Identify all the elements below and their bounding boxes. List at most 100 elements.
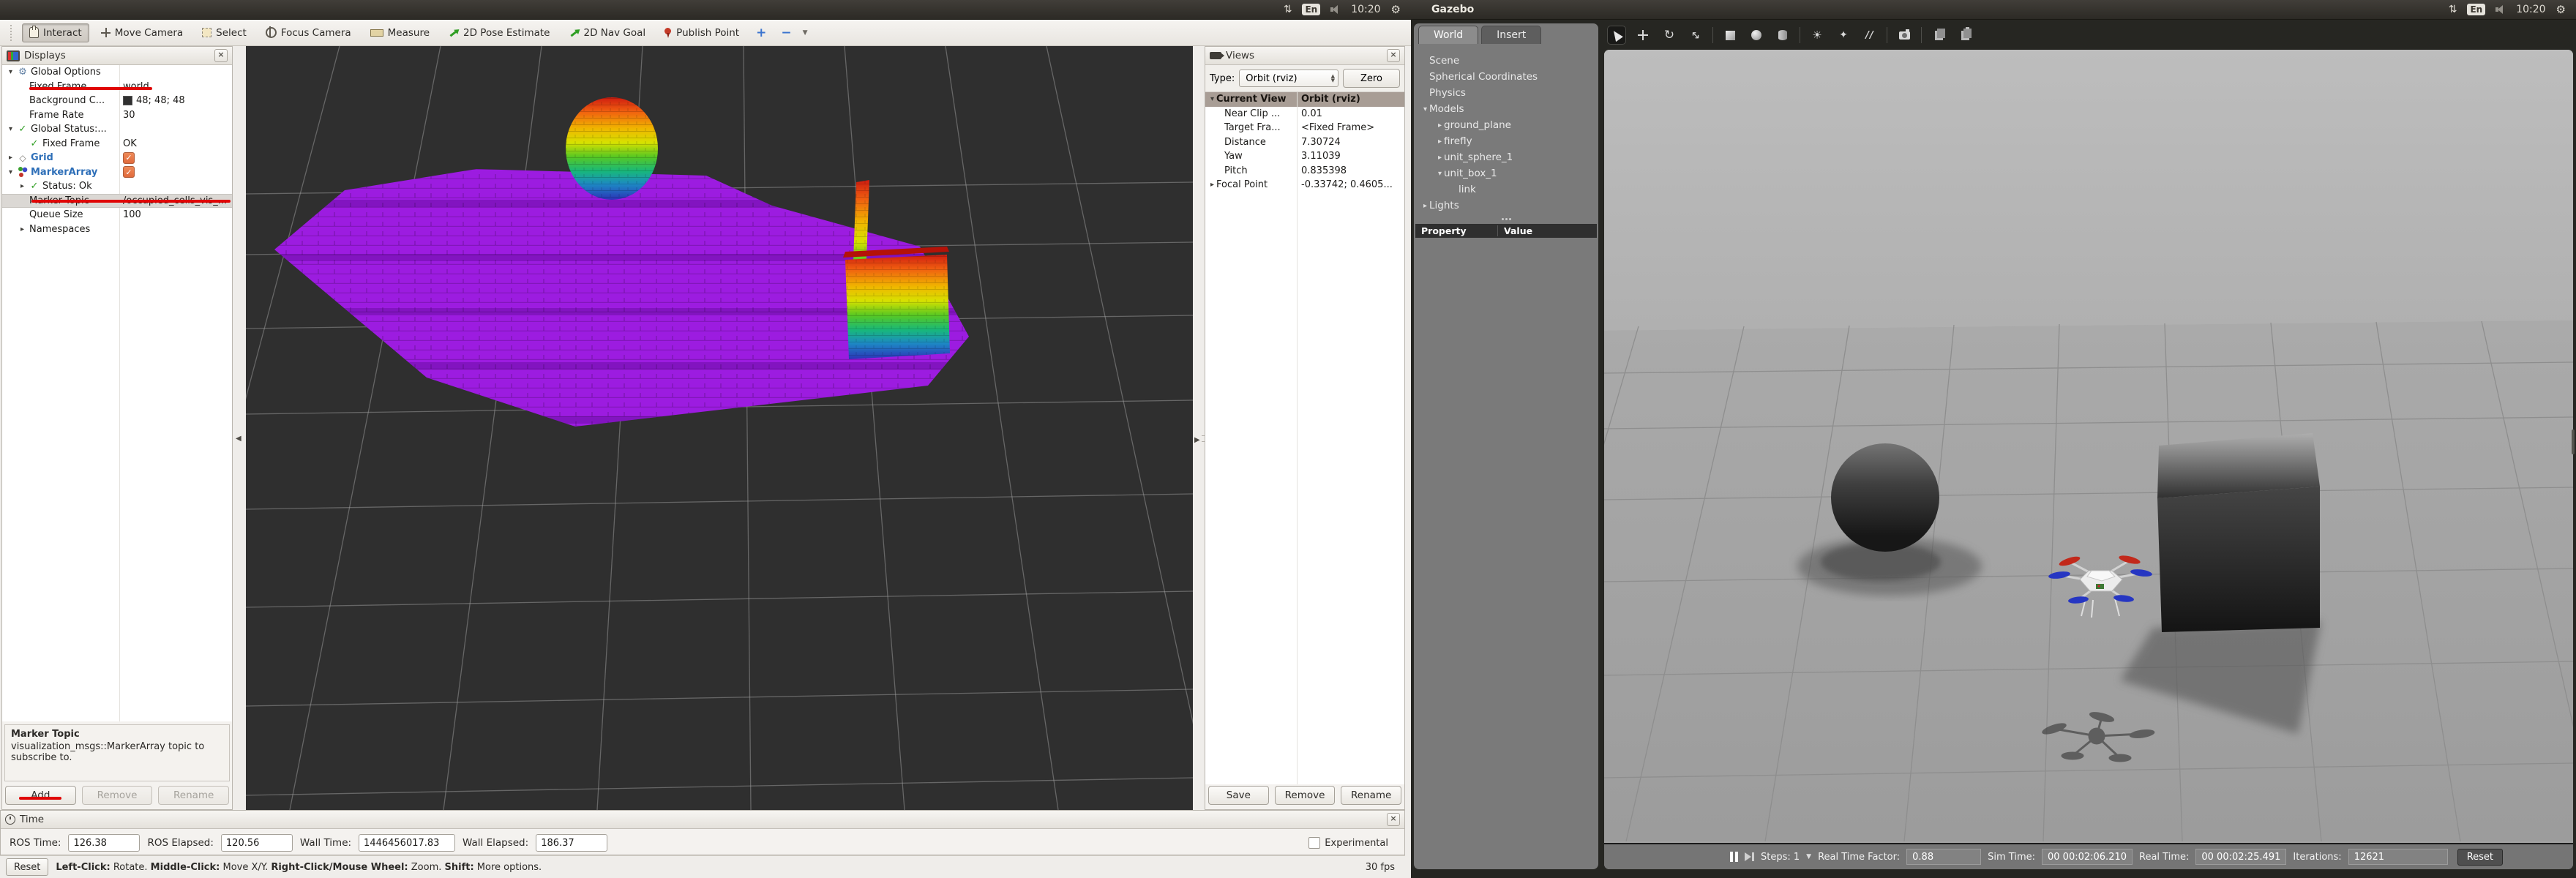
displays-tree-row[interactable]: ▸ Namespaces <box>2 222 232 237</box>
view-property-value[interactable]: 3.11039 <box>1297 151 1404 162</box>
views-tree-row[interactable]: Yaw 3.11039 <box>1205 149 1404 164</box>
network-indicator-icon[interactable]: ⇅ <box>1284 4 1292 15</box>
displays-tree-row[interactable]: Background C... 48; 48; 48 <box>2 94 232 108</box>
gazebo-tree-item-lights[interactable]: ▸ Lights <box>1414 198 1598 214</box>
value-column-header[interactable]: Value <box>1498 225 1532 236</box>
session-gear-icon[interactable]: ⚙ <box>1391 3 1401 16</box>
clock-indicator[interactable]: 10:20 <box>2516 4 2545 15</box>
close-icon[interactable]: × <box>1387 813 1400 826</box>
scale-mode-button[interactable]: ↔ <box>1686 26 1705 45</box>
spot-light-button[interactable]: ✦ <box>1834 26 1853 45</box>
tree-expand-icon[interactable]: ▸ <box>1421 202 1429 210</box>
views-panel-titlebar[interactable]: Views × <box>1205 47 1404 65</box>
toolbar-grip[interactable] <box>10 24 15 41</box>
tree-collapse-icon[interactable]: ▾ <box>7 125 15 133</box>
displays-tree-row[interactable]: ▸ ◇ Grid ✓ <box>2 151 232 165</box>
view-property-value[interactable]: Orbit (rviz) <box>1297 94 1404 105</box>
property-value[interactable]: 30 <box>123 110 135 121</box>
tree-collapse-icon[interactable]: ▾ <box>1436 170 1444 178</box>
displays-tree-row[interactable]: Frame Rate 30 <box>2 108 232 123</box>
close-icon[interactable]: × <box>214 49 228 62</box>
right-panel-grip[interactable] <box>2572 429 2575 454</box>
select-button[interactable]: Select <box>195 23 254 42</box>
displays-tree-row[interactable]: ✓ Fixed Frame OK <box>2 137 232 151</box>
publish-point-button[interactable]: Publish Point <box>657 23 746 42</box>
views-tree-row[interactable]: Near Clip ... 0.01 <box>1205 107 1404 121</box>
view-type-select[interactable]: Orbit (rviz) ▲ ▼ <box>1239 70 1338 87</box>
gazebo-tree-item-spherical-coordinates[interactable]: Spherical Coordinates <box>1414 69 1598 85</box>
views-tree-row[interactable]: ▾ Current View Orbit (rviz) <box>1205 92 1404 107</box>
save-view-button[interactable]: Save <box>1208 786 1269 805</box>
sound-muted-icon[interactable] <box>2496 5 2506 14</box>
insert-sphere-button[interactable] <box>1747 26 1766 45</box>
tree-expand-icon[interactable]: ▸ <box>1436 154 1444 162</box>
color-swatch[interactable] <box>123 96 132 106</box>
gazebo-tree-item-physics[interactable]: Physics <box>1414 85 1598 101</box>
time-field-input[interactable] <box>220 834 293 852</box>
property-value[interactable]: 48; 48; 48 <box>136 95 185 106</box>
view-property-value[interactable]: 0.01 <box>1297 108 1404 119</box>
enabled-checkbox[interactable]: ✓ <box>123 151 135 164</box>
sound-muted-icon[interactable] <box>1330 5 1341 14</box>
close-icon[interactable]: × <box>1387 49 1400 62</box>
step-button[interactable] <box>1745 852 1754 861</box>
property-value[interactable]: OK <box>123 138 137 149</box>
gazebo-tree-item-firefly[interactable]: ▸ firefly <box>1414 133 1598 149</box>
screenshot-button[interactable] <box>1895 26 1914 45</box>
insert-cylinder-button[interactable] <box>1773 26 1792 45</box>
add-tool-button[interactable]: + <box>751 26 771 40</box>
time-field-input[interactable] <box>359 834 456 852</box>
remove-view-button[interactable]: Remove <box>1274 786 1336 805</box>
displays-tree-row[interactable]: ▾ MarkerArray ✓ <box>2 165 232 180</box>
focus-camera-button[interactable]: Focus Camera <box>258 23 359 42</box>
gazebo-tree-item-models[interactable]: ▾ Models <box>1414 101 1598 117</box>
clock-indicator[interactable]: 10:20 <box>1351 4 1380 15</box>
tree-expand-icon[interactable]: ▸ <box>1436 121 1444 130</box>
gazebo-3d-viewport[interactable]: Steps: 1 ▼ Real Time Factor: 0.88 Sim Ti… <box>1604 50 2573 869</box>
gazebo-tree-item-unit-sphere-1[interactable]: ▸ unit_sphere_1 <box>1414 149 1598 165</box>
view-property-value[interactable]: -0.33742; 0.4605... <box>1297 179 1404 190</box>
enabled-checkbox[interactable]: ✓ <box>123 166 135 179</box>
views-tree-row[interactable]: Distance 7.30724 <box>1205 135 1404 150</box>
time-panel-titlebar[interactable]: Time × <box>1 811 1404 829</box>
time-field-input[interactable] <box>536 834 608 852</box>
network-indicator-icon[interactable]: ⇅ <box>2449 4 2457 15</box>
rotate-mode-button[interactable]: ↻ <box>1660 26 1679 45</box>
measure-button[interactable]: Measure <box>363 23 437 42</box>
tree-expand-icon[interactable]: ▸ <box>18 182 26 190</box>
column-divider[interactable] <box>1297 92 1298 784</box>
gazebo-tree-item-link[interactable]: link <box>1414 181 1598 198</box>
tree-expand-icon[interactable]: ▸ <box>7 154 15 162</box>
gazebo-reset-button[interactable]: Reset <box>2457 848 2504 866</box>
panel-splitter-handle[interactable] <box>1414 214 1598 224</box>
panel-collapse-left-handle[interactable]: ◀ <box>236 435 242 443</box>
point-light-button[interactable]: ☀ <box>1808 26 1827 45</box>
view-property-value[interactable]: 0.835398 <box>1297 165 1404 176</box>
tree-collapse-icon[interactable]: ▾ <box>1421 105 1429 113</box>
tree-expand-icon[interactable]: ▸ <box>18 225 26 233</box>
rename-display-button[interactable]: Rename <box>158 786 230 805</box>
tree-collapse-icon[interactable]: ▾ <box>7 68 15 76</box>
zero-view-button[interactable]: Zero <box>1343 69 1400 88</box>
rename-view-button[interactable]: Rename <box>1341 786 1402 805</box>
gazebo-tree-item-unit-box-1[interactable]: ▾ unit_box_1 <box>1414 165 1598 181</box>
paste-button[interactable] <box>1955 26 1974 45</box>
property-column-header[interactable]: Property <box>1415 225 1498 236</box>
tree-expand-icon[interactable]: ▸ <box>1436 138 1444 146</box>
view-property-value[interactable]: <Fixed Frame> <box>1297 122 1404 133</box>
steps-label[interactable]: Steps: 1 <box>1761 852 1800 863</box>
view-property-value[interactable]: 7.30724 <box>1297 137 1404 148</box>
directional-light-button[interactable]: // <box>1860 26 1879 45</box>
displays-tree-row[interactable]: ▾ ⚙ Global Options <box>2 65 232 80</box>
remove-display-button[interactable]: Remove <box>81 786 153 805</box>
gazebo-tree-item-ground-plane[interactable]: ▸ ground_plane <box>1414 117 1598 133</box>
keyboard-layout-indicator[interactable]: En <box>1302 4 1321 15</box>
steps-dropdown-icon[interactable]: ▼ <box>1806 853 1811 860</box>
experimental-checkbox[interactable] <box>1308 837 1321 849</box>
move-camera-button[interactable]: Move Camera <box>94 23 190 42</box>
displays-tree-row[interactable]: ▾ ✓ Global Status:... <box>2 122 232 137</box>
property-value[interactable]: 100 <box>123 209 141 220</box>
tab-insert[interactable]: Insert <box>1481 26 1542 44</box>
views-tree-row[interactable]: ▸ Focal Point -0.33742; 0.4605... <box>1205 178 1404 192</box>
displays-tree-row[interactable]: Queue Size 100 <box>2 208 232 222</box>
